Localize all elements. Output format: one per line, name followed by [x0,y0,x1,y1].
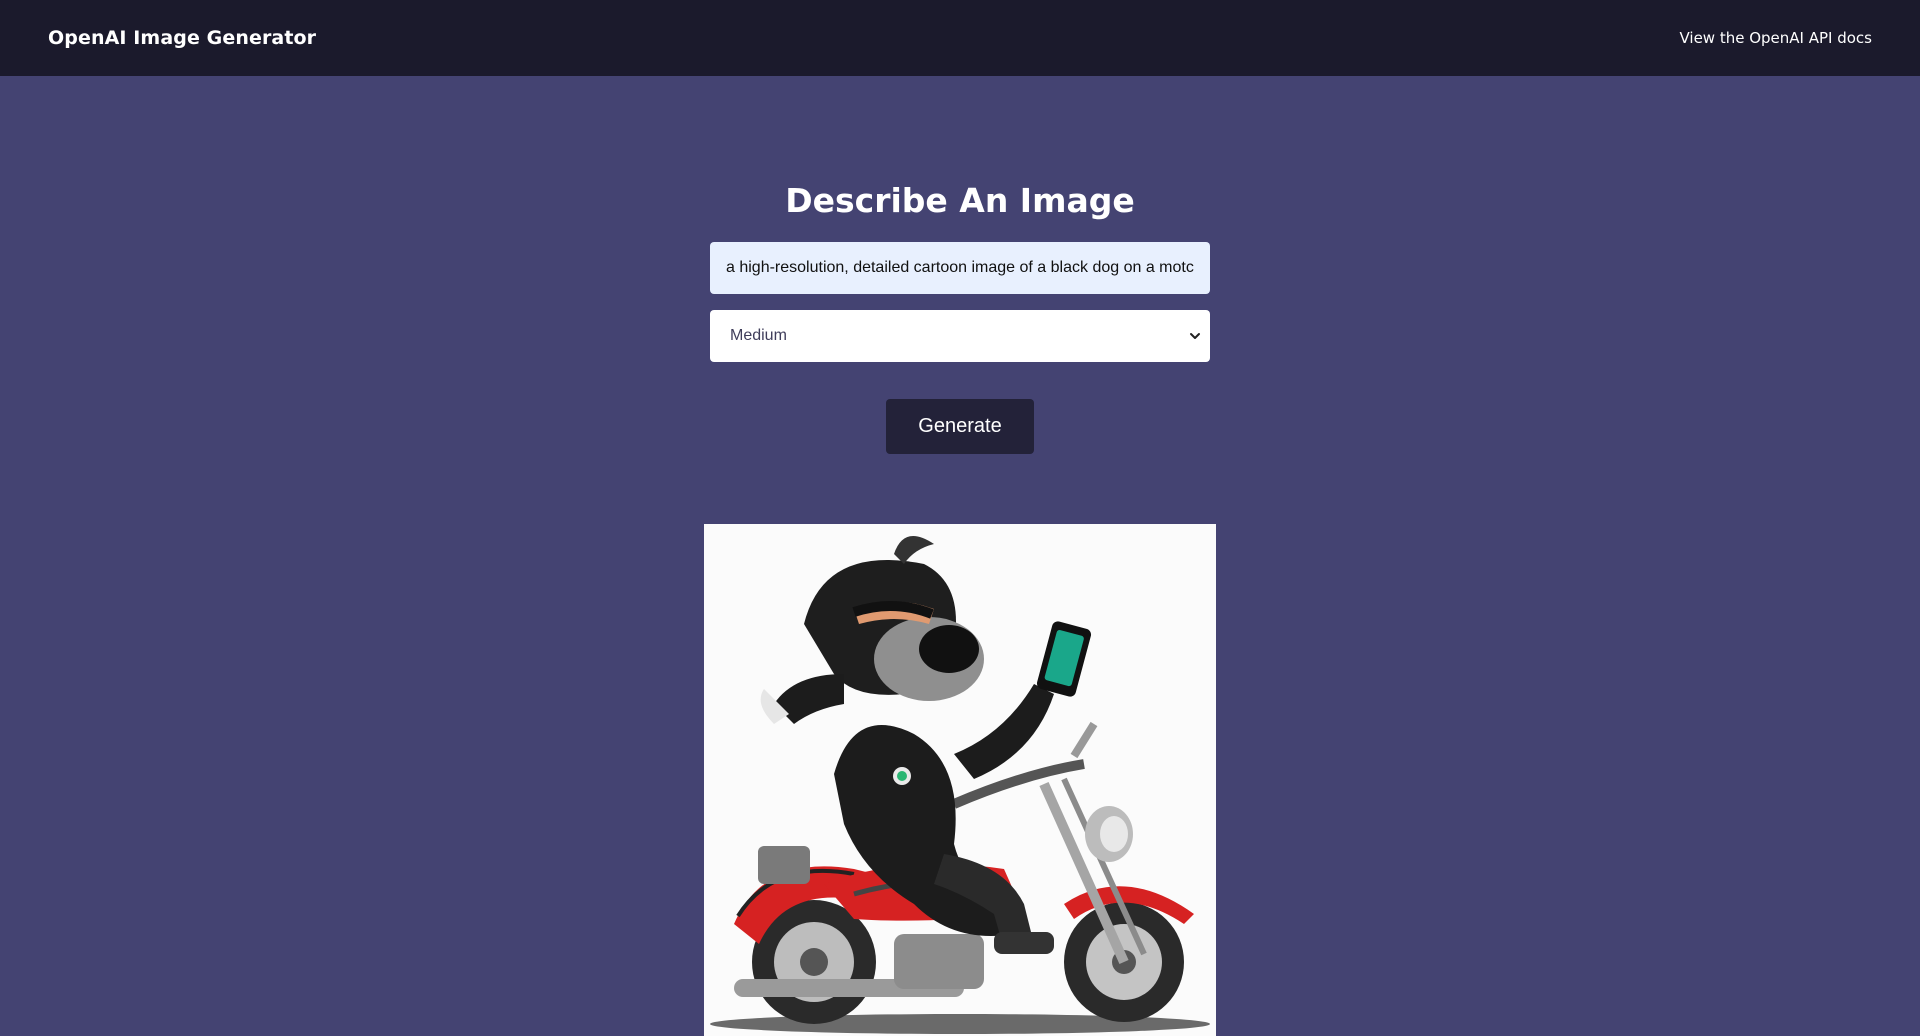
main-content: Describe An Image Medium Generate [0,76,1920,1036]
api-docs-link[interactable]: View the OpenAI API docs [1679,29,1872,47]
generate-button[interactable]: Generate [886,399,1034,454]
size-select-value: Medium [730,327,787,344]
generated-image [704,524,1216,1036]
size-select[interactable]: Medium [710,310,1210,362]
dog-on-motorcycle-image [704,524,1216,1036]
chevron-down-icon [1190,333,1200,339]
navbar: OpenAI Image Generator View the OpenAI A… [0,0,1920,76]
prompt-input[interactable] [710,242,1210,294]
page-title: Describe An Image [785,181,1135,220]
brand-title[interactable]: OpenAI Image Generator [48,27,316,49]
